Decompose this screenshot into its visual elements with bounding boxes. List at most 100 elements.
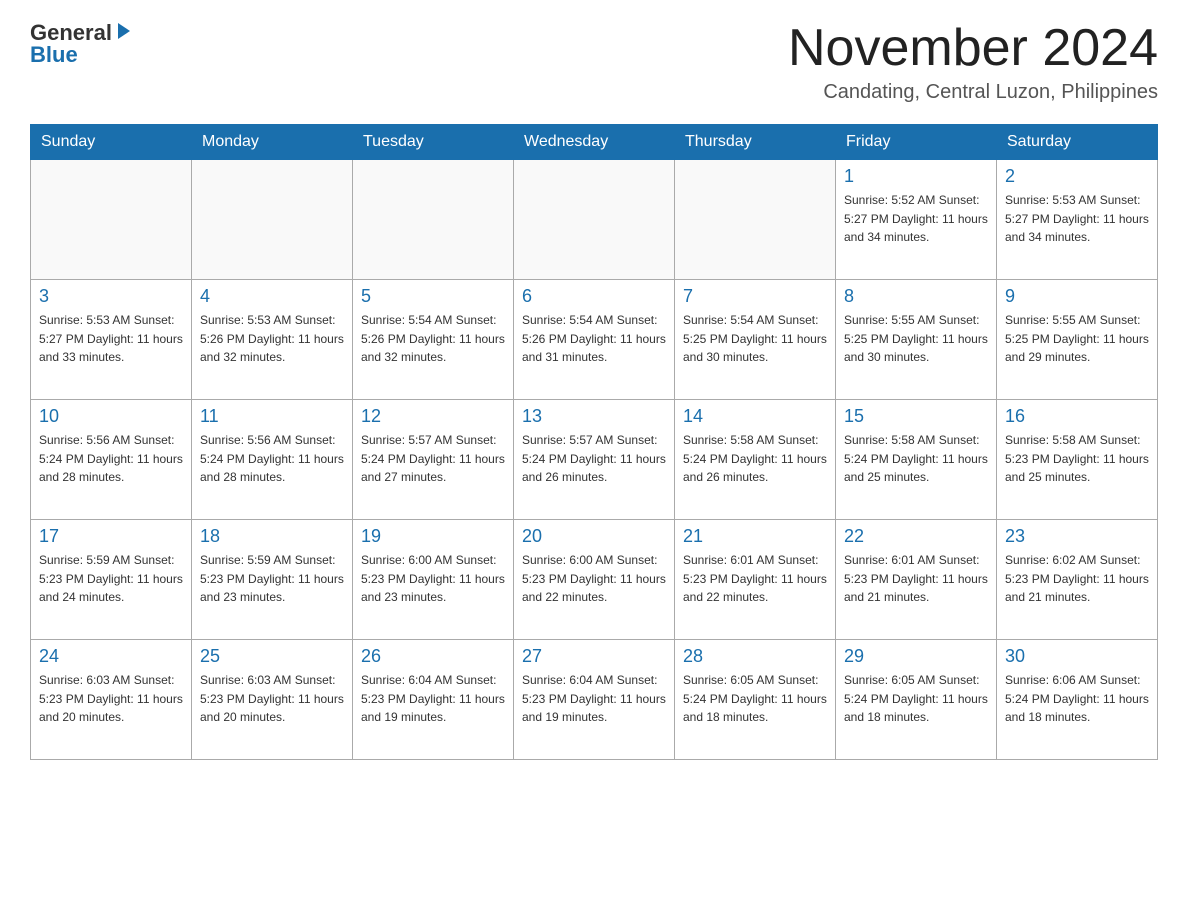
calendar-cell: 9 Sunrise: 5:55 AM Sunset: 5:25 PM Daylig… <box>997 280 1158 400</box>
calendar-cell: 24 Sunrise: 6:03 AM Sunset: 5:23 PM Dayli… <box>31 640 192 760</box>
day-info: Sunrise: 6:00 AM Sunset: 5:23 PM Dayligh… <box>522 551 666 607</box>
day-info: Sunrise: 5:55 AM Sunset: 5:25 PM Dayligh… <box>1005 311 1149 367</box>
day-number: 30 <box>1005 646 1149 667</box>
day-number: 29 <box>844 646 988 667</box>
day-number: 17 <box>39 526 183 547</box>
day-number: 28 <box>683 646 827 667</box>
calendar-cell: 6Sunrise: 5:54 AM Sunset: 5:26 PM Daylig… <box>514 280 675 400</box>
calendar-header-tuesday: Tuesday <box>353 125 514 160</box>
day-info: Sunrise: 6:06 AM Sunset: 5:24 PM Dayligh… <box>1005 671 1149 727</box>
day-info: Sunrise: 5:56 AM Sunset: 5:24 PM Dayligh… <box>200 431 344 487</box>
calendar-week-row: 3Sunrise: 5:53 AM Sunset: 5:27 PM Daylig… <box>31 280 1158 400</box>
day-number: 3 <box>39 286 183 307</box>
calendar-cell: 11 Sunrise: 5:56 AM Sunset: 5:24 PM Dayli… <box>192 400 353 520</box>
day-number: 4 <box>200 286 344 307</box>
day-number: 22 <box>844 526 988 547</box>
day-number: 11 <box>200 406 344 427</box>
calendar-cell: 8 Sunrise: 5:55 AM Sunset: 5:25 PM Daylig… <box>836 280 997 400</box>
calendar-header-wednesday: Wednesday <box>514 125 675 160</box>
day-info: Sunrise: 5:56 AM Sunset: 5:24 PM Dayligh… <box>39 431 183 487</box>
day-number: 19 <box>361 526 505 547</box>
calendar-cell: 5Sunrise: 5:54 AM Sunset: 5:26 PM Daylig… <box>353 280 514 400</box>
day-number: 18 <box>200 526 344 547</box>
calendar-week-row: 17 Sunrise: 5:59 AM Sunset: 5:23 PM Dayli… <box>31 520 1158 640</box>
calendar-cell: 16Sunrise: 5:58 AM Sunset: 5:23 PM Dayli… <box>997 400 1158 520</box>
day-info: Sunrise: 6:00 AM Sunset: 5:23 PM Dayligh… <box>361 551 505 607</box>
calendar-cell: 2 Sunrise: 5:53 AM Sunset: 5:27 PM Daylig… <box>997 160 1158 280</box>
calendar-cell: 1Sunrise: 5:52 AM Sunset: 5:27 PM Daylig… <box>836 160 997 280</box>
calendar-cell: 7 Sunrise: 5:54 AM Sunset: 5:25 PM Daylig… <box>675 280 836 400</box>
calendar-cell: 28 Sunrise: 6:05 AM Sunset: 5:24 PM Dayli… <box>675 640 836 760</box>
day-info: Sunrise: 5:54 AM Sunset: 5:25 PM Dayligh… <box>683 311 827 367</box>
day-info: Sunrise: 6:05 AM Sunset: 5:24 PM Dayligh… <box>844 671 988 727</box>
calendar-header-sunday: Sunday <box>31 125 192 160</box>
calendar-week-row: 1Sunrise: 5:52 AM Sunset: 5:27 PM Daylig… <box>31 160 1158 280</box>
day-info: Sunrise: 5:58 AM Sunset: 5:24 PM Dayligh… <box>844 431 988 487</box>
day-info: Sunrise: 5:57 AM Sunset: 5:24 PM Dayligh… <box>361 431 505 487</box>
day-number: 25 <box>200 646 344 667</box>
calendar-cell: 17 Sunrise: 5:59 AM Sunset: 5:23 PM Dayli… <box>31 520 192 640</box>
calendar-cell: 10 Sunrise: 5:56 AM Sunset: 5:24 PM Dayli… <box>31 400 192 520</box>
day-info: Sunrise: 5:53 AM Sunset: 5:27 PM Dayligh… <box>1005 191 1149 247</box>
day-info: Sunrise: 6:01 AM Sunset: 5:23 PM Dayligh… <box>683 551 827 607</box>
calendar-week-row: 10 Sunrise: 5:56 AM Sunset: 5:24 PM Dayli… <box>31 400 1158 520</box>
calendar-cell: 21 Sunrise: 6:01 AM Sunset: 5:23 PM Dayli… <box>675 520 836 640</box>
calendar-cell <box>192 160 353 280</box>
calendar-cell: 20 Sunrise: 6:00 AM Sunset: 5:23 PM Dayli… <box>514 520 675 640</box>
day-info: Sunrise: 6:03 AM Sunset: 5:23 PM Dayligh… <box>39 671 183 727</box>
calendar-cell: 18 Sunrise: 5:59 AM Sunset: 5:23 PM Dayli… <box>192 520 353 640</box>
day-number: 10 <box>39 406 183 427</box>
day-number: 8 <box>844 286 988 307</box>
calendar-header-monday: Monday <box>192 125 353 160</box>
calendar-cell: 23Sunrise: 6:02 AM Sunset: 5:23 PM Dayli… <box>997 520 1158 640</box>
day-info: Sunrise: 6:03 AM Sunset: 5:23 PM Dayligh… <box>200 671 344 727</box>
day-info: Sunrise: 5:59 AM Sunset: 5:23 PM Dayligh… <box>39 551 183 607</box>
day-info: Sunrise: 5:59 AM Sunset: 5:23 PM Dayligh… <box>200 551 344 607</box>
day-number: 14 <box>683 406 827 427</box>
day-number: 24 <box>39 646 183 667</box>
day-number: 12 <box>361 406 505 427</box>
calendar-header-saturday: Saturday <box>997 125 1158 160</box>
title-section: November 2024 Candating, Central Luzon, … <box>788 20 1158 104</box>
calendar-cell: 19 Sunrise: 6:00 AM Sunset: 5:23 PM Dayli… <box>353 520 514 640</box>
calendar-cell: 29 Sunrise: 6:05 AM Sunset: 5:24 PM Dayli… <box>836 640 997 760</box>
calendar-cell: 25 Sunrise: 6:03 AM Sunset: 5:23 PM Dayli… <box>192 640 353 760</box>
calendar-table: SundayMondayTuesdayWednesdayThursdayFrid… <box>30 124 1158 760</box>
calendar-cell: 26 Sunrise: 6:04 AM Sunset: 5:23 PM Dayli… <box>353 640 514 760</box>
location-subtitle: Candating, Central Luzon, Philippines <box>788 81 1158 104</box>
calendar-cell <box>514 160 675 280</box>
logo-blue-text: Blue <box>30 42 78 68</box>
day-info: Sunrise: 6:01 AM Sunset: 5:23 PM Dayligh… <box>844 551 988 607</box>
logo-arrow-icon <box>114 21 134 41</box>
day-number: 5 <box>361 286 505 307</box>
calendar-cell <box>675 160 836 280</box>
calendar-cell: 14 Sunrise: 5:58 AM Sunset: 5:24 PM Dayli… <box>675 400 836 520</box>
calendar-cell: 22 Sunrise: 6:01 AM Sunset: 5:23 PM Dayli… <box>836 520 997 640</box>
calendar-cell: 4 Sunrise: 5:53 AM Sunset: 5:26 PM Daylig… <box>192 280 353 400</box>
day-info: Sunrise: 5:55 AM Sunset: 5:25 PM Dayligh… <box>844 311 988 367</box>
day-number: 15 <box>844 406 988 427</box>
calendar-cell: 15 Sunrise: 5:58 AM Sunset: 5:24 PM Dayli… <box>836 400 997 520</box>
calendar-header-thursday: Thursday <box>675 125 836 160</box>
day-number: 2 <box>1005 166 1149 187</box>
day-number: 1 <box>844 166 988 187</box>
calendar-cell: 30 Sunrise: 6:06 AM Sunset: 5:24 PM Dayli… <box>997 640 1158 760</box>
calendar-cell: 12 Sunrise: 5:57 AM Sunset: 5:24 PM Dayli… <box>353 400 514 520</box>
day-info: Sunrise: 5:53 AM Sunset: 5:26 PM Dayligh… <box>200 311 344 367</box>
logo: General Blue <box>30 20 134 68</box>
day-info: Sunrise: 5:58 AM Sunset: 5:24 PM Dayligh… <box>683 431 827 487</box>
day-info: Sunrise: 6:05 AM Sunset: 5:24 PM Dayligh… <box>683 671 827 727</box>
month-title: November 2024 <box>788 20 1158 77</box>
calendar-header-friday: Friday <box>836 125 997 160</box>
day-number: 20 <box>522 526 666 547</box>
day-info: Sunrise: 5:58 AM Sunset: 5:23 PM Dayligh… <box>1005 431 1149 487</box>
calendar-cell: 27Sunrise: 6:04 AM Sunset: 5:23 PM Dayli… <box>514 640 675 760</box>
day-number: 7 <box>683 286 827 307</box>
day-number: 9 <box>1005 286 1149 307</box>
day-info: Sunrise: 6:04 AM Sunset: 5:23 PM Dayligh… <box>361 671 505 727</box>
day-info: Sunrise: 5:57 AM Sunset: 5:24 PM Dayligh… <box>522 431 666 487</box>
calendar-week-row: 24 Sunrise: 6:03 AM Sunset: 5:23 PM Dayli… <box>31 640 1158 760</box>
day-number: 26 <box>361 646 505 667</box>
calendar-cell: 13Sunrise: 5:57 AM Sunset: 5:24 PM Dayli… <box>514 400 675 520</box>
day-number: 21 <box>683 526 827 547</box>
